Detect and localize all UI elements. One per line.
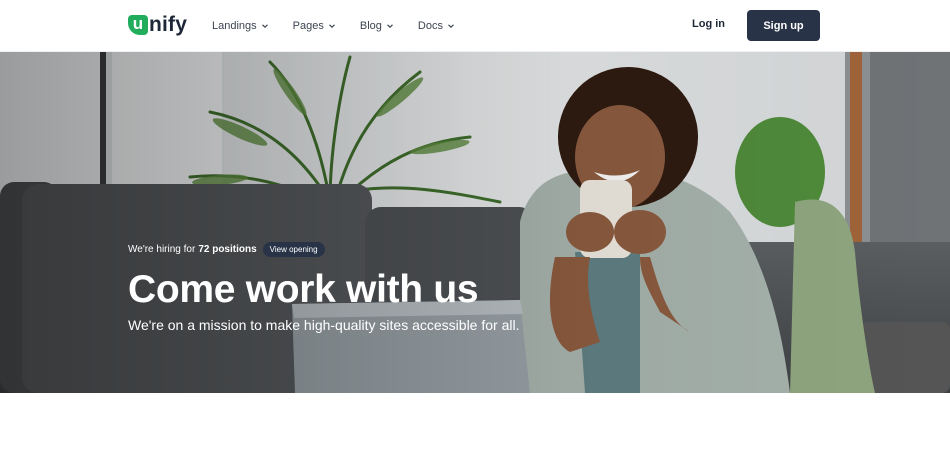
hero-content: We're hiring for 72 positions View openi… (128, 242, 519, 333)
unify-logo[interactable]: u nify (128, 13, 187, 37)
site-header: u nify Landings Pages Blog Docs Log in S… (0, 0, 950, 52)
chevron-down-icon (386, 24, 393, 29)
logo-mark: u (128, 15, 148, 35)
nav-item-landings[interactable]: Landings (212, 20, 269, 32)
logo-text: nify (149, 13, 188, 36)
hiring-row: We're hiring for 72 positions View openi… (128, 242, 519, 257)
chevron-down-icon (261, 24, 268, 29)
nav-item-docs[interactable]: Docs (418, 20, 455, 32)
nav-item-label: Landings (212, 20, 257, 32)
nav-item-label: Blog (359, 20, 382, 32)
nav-item-blog[interactable]: Blog (360, 20, 394, 32)
hiring-count: 72 positions (198, 244, 257, 255)
hero-subtitle: We're on a mission to make high-quality … (128, 317, 520, 333)
nav-item-pages[interactable]: Pages (293, 20, 336, 32)
hero-background-photo (0, 52, 950, 393)
view-opening-button[interactable]: View opening (262, 242, 325, 257)
login-link[interactable]: Log in (692, 18, 725, 30)
signup-button[interactable]: Sign up (747, 10, 820, 41)
chevron-down-icon (328, 24, 335, 29)
hero-section: We're hiring for 72 positions View openi… (0, 52, 950, 393)
nav-item-label: Docs (417, 20, 443, 32)
main-nav: Landings Pages Blog Docs (212, 0, 479, 52)
hiring-prefix: We're hiring for (128, 244, 196, 255)
hero-title: Come work with us (128, 268, 479, 311)
chevron-down-icon (448, 24, 454, 29)
nav-item-label: Pages (292, 20, 324, 32)
